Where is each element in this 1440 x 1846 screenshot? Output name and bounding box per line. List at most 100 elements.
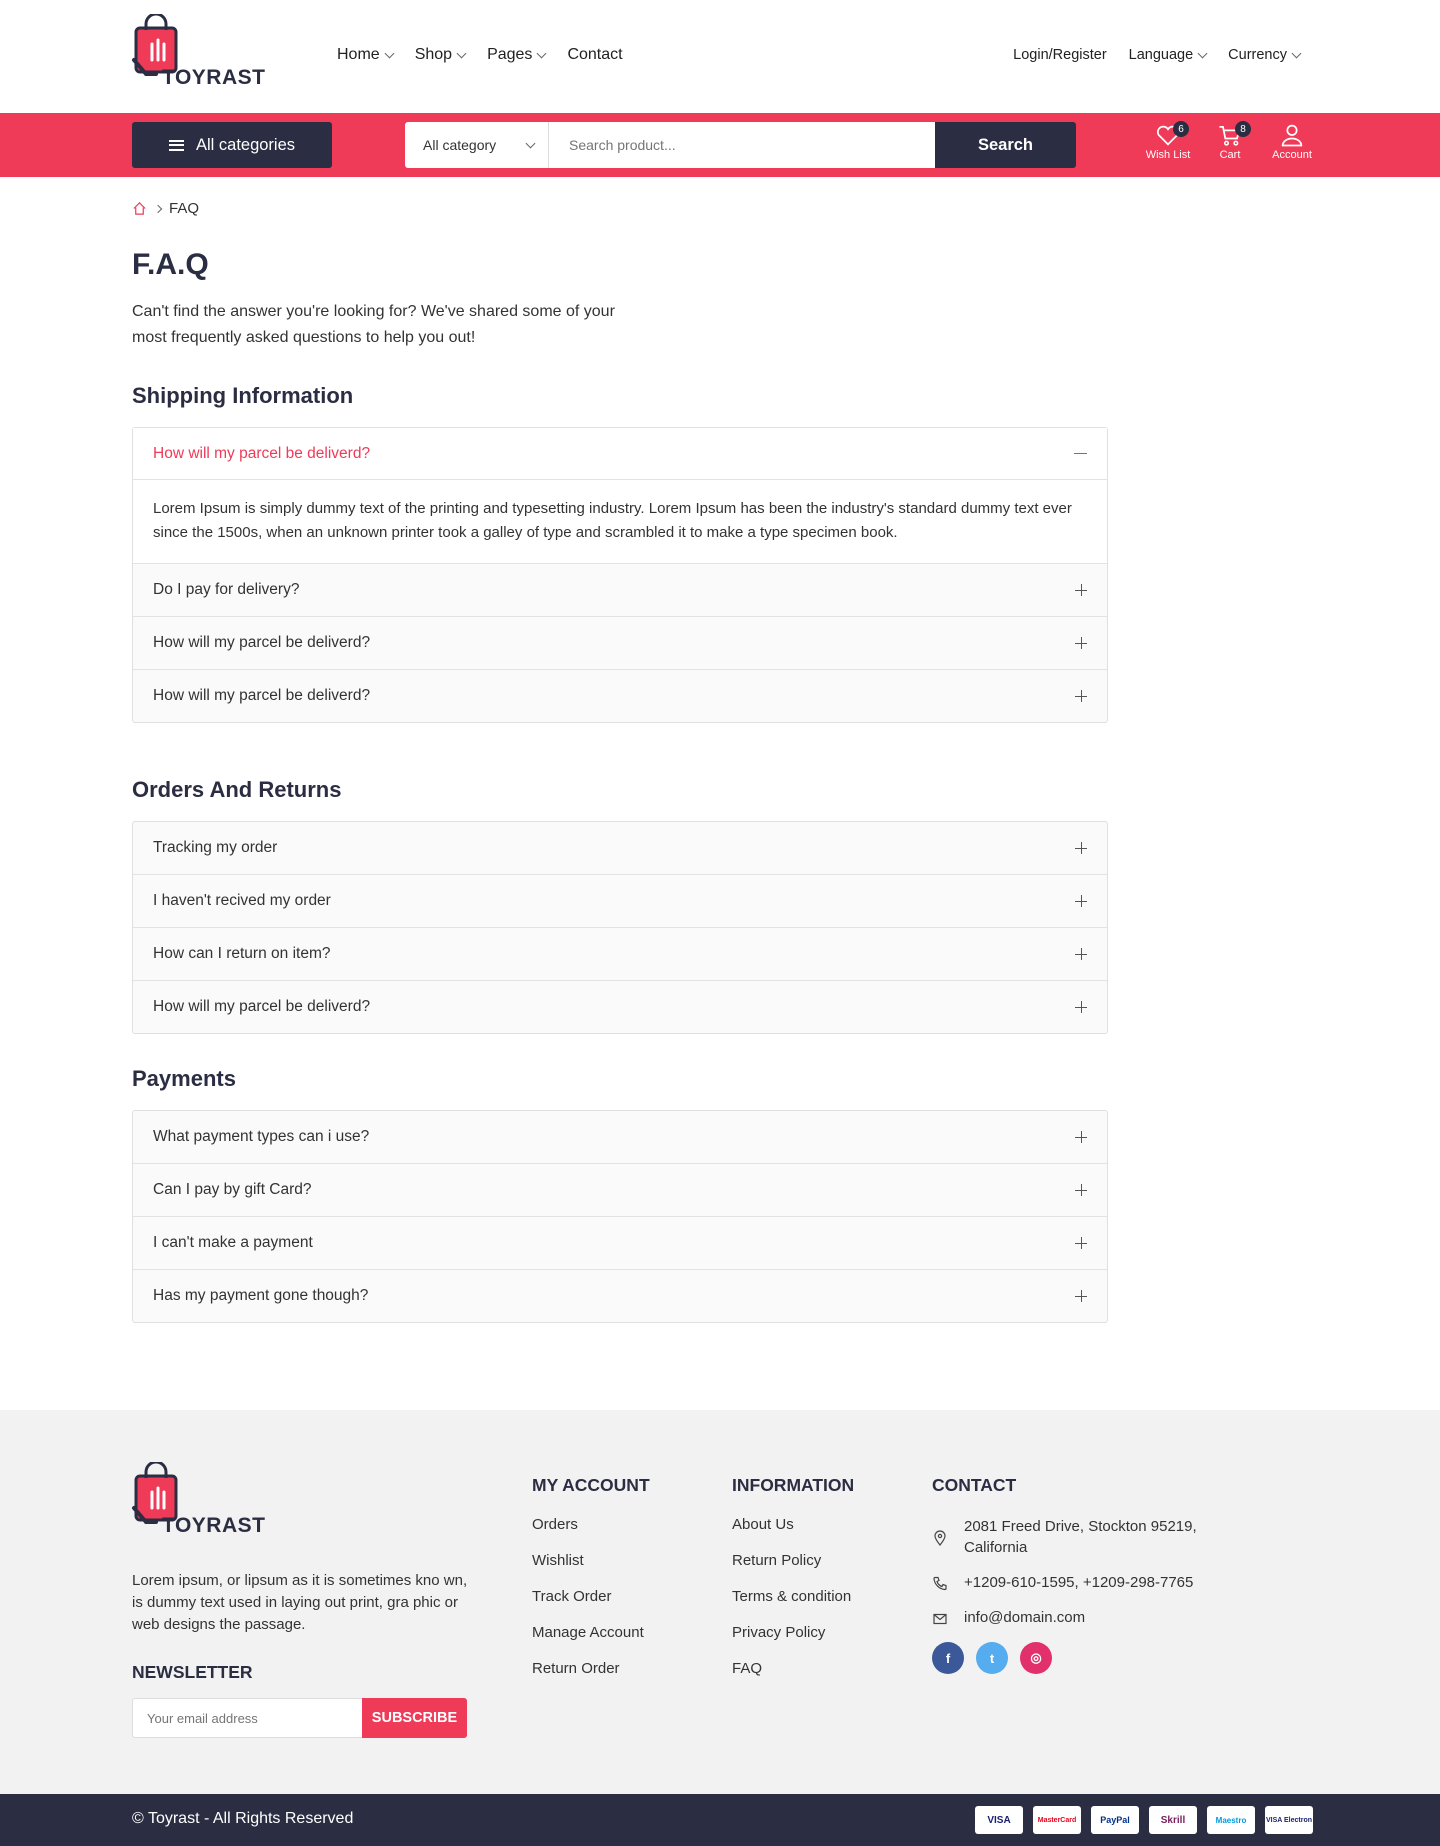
- footer-logo[interactable]: TOYRAST: [132, 1462, 265, 1542]
- faq-answer: Lorem Ipsum is simply dummy text of the …: [133, 480, 1107, 563]
- nav-shop[interactable]: Shop: [415, 46, 467, 64]
- nav-pages[interactable]: Pages: [487, 46, 547, 64]
- mastercard-icon: MasterCard: [1033, 1806, 1081, 1834]
- faq-item: How will my parcel be deliverd?: [133, 617, 1107, 670]
- logo-text: TOYRAST: [162, 66, 266, 89]
- footer-link-return-order[interactable]: Return Order: [532, 1660, 650, 1696]
- home-icon[interactable]: [132, 201, 147, 216]
- all-categories-button[interactable]: All categories: [132, 122, 332, 168]
- map-pin-icon: [934, 1530, 946, 1546]
- footer-description: Lorem ipsum, or lipsum as it is sometime…: [132, 1572, 468, 1633]
- main-nav: Home Shop Pages Contact: [337, 46, 623, 64]
- brand-logo[interactable]: TOYRAST: [132, 14, 265, 94]
- faq-item: How can I return on item?: [133, 928, 1107, 981]
- footer-link-return-policy[interactable]: Return Policy: [732, 1552, 854, 1588]
- maestro-icon: Maestro: [1207, 1806, 1255, 1834]
- footer-column-title: INFORMATION: [732, 1475, 855, 1495]
- plus-icon: [1075, 1237, 1087, 1249]
- faq-question: I can't make a payment: [153, 1234, 313, 1251]
- footer-link-track-order[interactable]: Track Order: [532, 1588, 650, 1624]
- footer-link-manage-account[interactable]: Manage Account: [532, 1624, 650, 1660]
- breadcrumb-current: FAQ: [169, 200, 200, 217]
- currency-dropdown[interactable]: Currency: [1228, 47, 1302, 63]
- subscribe-button[interactable]: SUBSCRIBE: [362, 1698, 467, 1738]
- mail-icon: [933, 1613, 947, 1625]
- bottom-bar: © Toyrast - All Rights Reserved VISA Mas…: [0, 1794, 1440, 1846]
- faq-accordion-orders: Tracking my order I haven't recived my o…: [132, 821, 1108, 1034]
- chevron-down-icon: [456, 48, 467, 58]
- footer-link-wishlist[interactable]: Wishlist: [532, 1552, 650, 1588]
- faq-question: Can I pay by gift Card?: [153, 1181, 312, 1198]
- facebook-icon[interactable]: f: [932, 1642, 964, 1674]
- chevron-down-icon: [1291, 48, 1302, 58]
- contact-email-text[interactable]: info@domain.com: [964, 1607, 1085, 1628]
- faq-item: How will my parcel be deliverd?: [133, 981, 1107, 1033]
- plus-icon: [1075, 895, 1087, 907]
- logo-text: TOYRAST: [162, 1514, 266, 1537]
- page-subtitle: Can't find the answer you're looking for…: [132, 303, 615, 346]
- faq-question-toggle[interactable]: How will my parcel be deliverd?: [133, 428, 1107, 480]
- faq-item: Do I pay for delivery?: [133, 564, 1107, 617]
- social-links: f t ◎: [932, 1642, 1232, 1674]
- footer-link-faq[interactable]: FAQ: [732, 1660, 854, 1696]
- cart-count-badge: 8: [1235, 121, 1251, 137]
- faq-question-toggle[interactable]: Can I pay by gift Card?: [133, 1164, 1107, 1216]
- category-select[interactable]: All category: [405, 122, 549, 168]
- faq-question-toggle[interactable]: I haven't recived my order: [133, 875, 1107, 927]
- instagram-icon[interactable]: ◎: [1020, 1642, 1052, 1674]
- chevron-down-icon: [384, 48, 395, 58]
- footer-link-about-us[interactable]: About Us: [732, 1516, 854, 1552]
- footer-link-orders[interactable]: Orders: [532, 1516, 650, 1552]
- faq-question-toggle[interactable]: Has my payment gone though?: [133, 1270, 1107, 1322]
- faq-question-toggle[interactable]: How will my parcel be deliverd?: [133, 670, 1107, 722]
- footer-information: INFORMATION About Us Return Policy Terms…: [732, 1475, 854, 1696]
- faq-question-toggle[interactable]: What payment types can i use?: [133, 1111, 1107, 1163]
- account-label: Account: [1272, 149, 1312, 161]
- nav-home[interactable]: Home: [337, 46, 395, 64]
- section-title-orders: Orders And Returns: [132, 777, 342, 802]
- account-button[interactable]: Account: [1269, 121, 1315, 161]
- cart-button[interactable]: 8 Cart: [1207, 121, 1253, 161]
- faq-item: Can I pay by gift Card?: [133, 1164, 1107, 1217]
- faq-question-toggle[interactable]: Tracking my order: [133, 822, 1107, 874]
- search-button[interactable]: Search: [935, 122, 1076, 168]
- footer-link-terms[interactable]: Terms & condition: [732, 1588, 854, 1624]
- faq-question: Tracking my order: [153, 839, 278, 856]
- faq-question: How will my parcel be deliverd?: [153, 444, 371, 462]
- menu-icon: [168, 139, 184, 151]
- language-label: Language: [1128, 47, 1194, 63]
- header-icons: 6 Wish List 8 Cart Account: [1145, 121, 1315, 161]
- search-input[interactable]: [549, 122, 935, 168]
- contact-phone-text[interactable]: +1209-610-1595, +1209-298-7765: [964, 1572, 1193, 1593]
- plus-icon: [1075, 842, 1087, 854]
- newsletter-email-input[interactable]: [132, 1698, 362, 1738]
- footer-link-privacy-policy[interactable]: Privacy Policy: [732, 1624, 854, 1660]
- chevron-down-icon: [536, 48, 547, 58]
- wishlist-button[interactable]: 6 Wish List: [1145, 121, 1191, 161]
- footer-contact: CONTACT 2081 Freed Drive, Stockton 95219…: [932, 1475, 1232, 1674]
- language-dropdown[interactable]: Language: [1128, 47, 1208, 63]
- faq-question-toggle[interactable]: How will my parcel be deliverd?: [133, 617, 1107, 669]
- nav-contact[interactable]: Contact: [567, 46, 622, 64]
- faq-item: I can't make a payment: [133, 1217, 1107, 1270]
- copyright-text: © Toyrast - All Rights Reserved: [132, 1810, 354, 1827]
- footer-column-title: CONTACT: [932, 1475, 1017, 1495]
- faq-question-toggle[interactable]: Do I pay for delivery?: [133, 564, 1107, 616]
- site-footer: TOYRAST Lorem ipsum, or lipsum as it is …: [0, 1410, 1440, 1794]
- chevron-down-icon: [1197, 48, 1208, 58]
- faq-question: What payment types can i use?: [153, 1128, 370, 1145]
- skrill-icon: Skrill: [1149, 1806, 1197, 1834]
- faq-accordion-payments: What payment types can i use? Can I pay …: [132, 1110, 1108, 1323]
- minus-icon: [1074, 452, 1087, 455]
- faq-question-toggle[interactable]: I can't make a payment: [133, 1217, 1107, 1269]
- plus-icon: [1075, 1001, 1087, 1013]
- login-register-link[interactable]: Login/Register: [1013, 47, 1107, 63]
- plus-icon: [1075, 584, 1087, 596]
- nav-pages-label: Pages: [487, 46, 533, 63]
- faq-question-toggle[interactable]: How will my parcel be deliverd?: [133, 981, 1107, 1033]
- visa-electron-icon: VISA Electron: [1265, 1806, 1313, 1834]
- faq-question: How can I return on item?: [153, 945, 331, 962]
- faq-question-toggle[interactable]: How can I return on item?: [133, 928, 1107, 980]
- top-right-links: Login/Register Language Currency: [1013, 47, 1302, 63]
- twitter-icon[interactable]: t: [976, 1642, 1008, 1674]
